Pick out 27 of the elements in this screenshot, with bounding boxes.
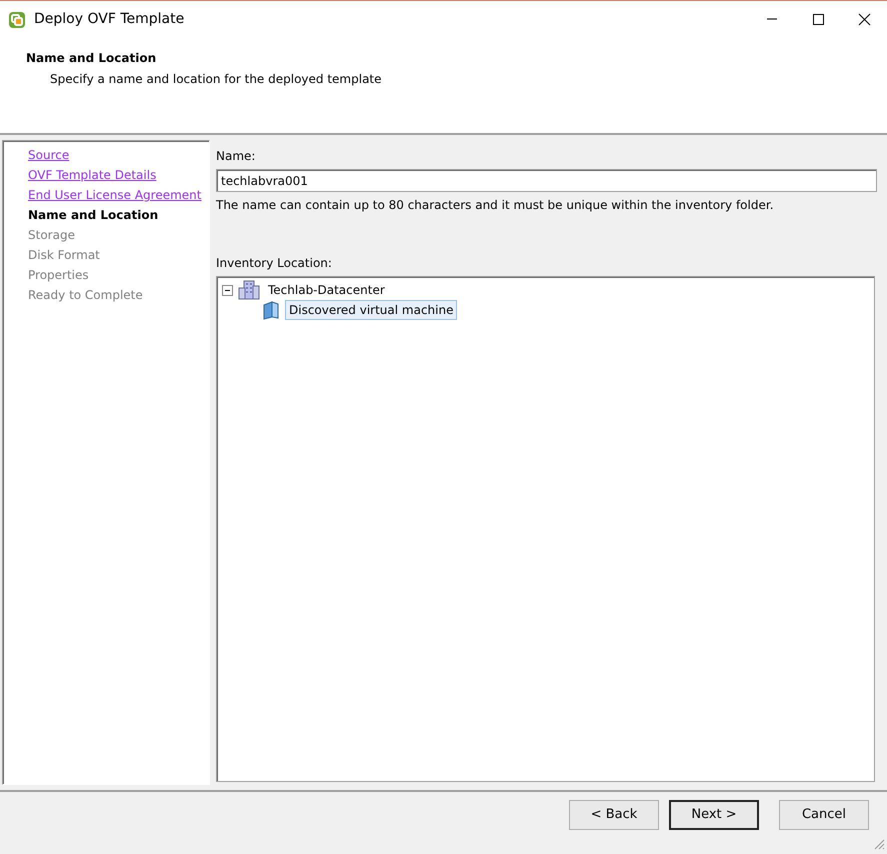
step-label: Properties — [28, 267, 90, 284]
building-icon — [238, 280, 260, 300]
header-title: Name and Location — [26, 50, 158, 67]
window-title: Deploy OVF Template — [34, 10, 186, 29]
wizard-button[interactable]: Next > — [669, 800, 759, 830]
field-label: Name: — [216, 148, 256, 165]
header-subtitle: Specify a name and location for the deployed template — [49, 71, 383, 88]
step-link[interactable]: End User License Agreement — [28, 185, 209, 205]
app-logo-icon — [8, 10, 26, 28]
name-field[interactable]: techlabvra001 — [216, 169, 877, 192]
step-label: Name and Location — [28, 207, 160, 224]
close-icon[interactable] — [858, 13, 870, 26]
tree-item[interactable]: Discovered virtual machine — [285, 300, 458, 320]
folder-icon — [262, 300, 280, 320]
step-label: Disk Format — [28, 247, 101, 264]
step-link[interactable]: Source — [28, 145, 209, 165]
wizard-button[interactable]: Cancel — [779, 800, 869, 830]
step-label: Storage — [28, 227, 76, 244]
hint-text: The name can contain up to 80 characters and it must be unique within the inventory folder. — [216, 197, 775, 214]
maximize-icon[interactable] — [812, 13, 824, 26]
resize-grip-icon[interactable] — [873, 838, 885, 850]
collapse-icon[interactable] — [222, 284, 233, 296]
tree-item[interactable]: Techlab-Datacenter — [265, 281, 388, 299]
step-label: Ready to Complete — [28, 287, 144, 304]
field-label: Inventory Location: — [216, 255, 333, 272]
step-link[interactable]: OVF Template Details — [28, 165, 209, 185]
wizard-button[interactable]: < Back — [569, 800, 659, 830]
